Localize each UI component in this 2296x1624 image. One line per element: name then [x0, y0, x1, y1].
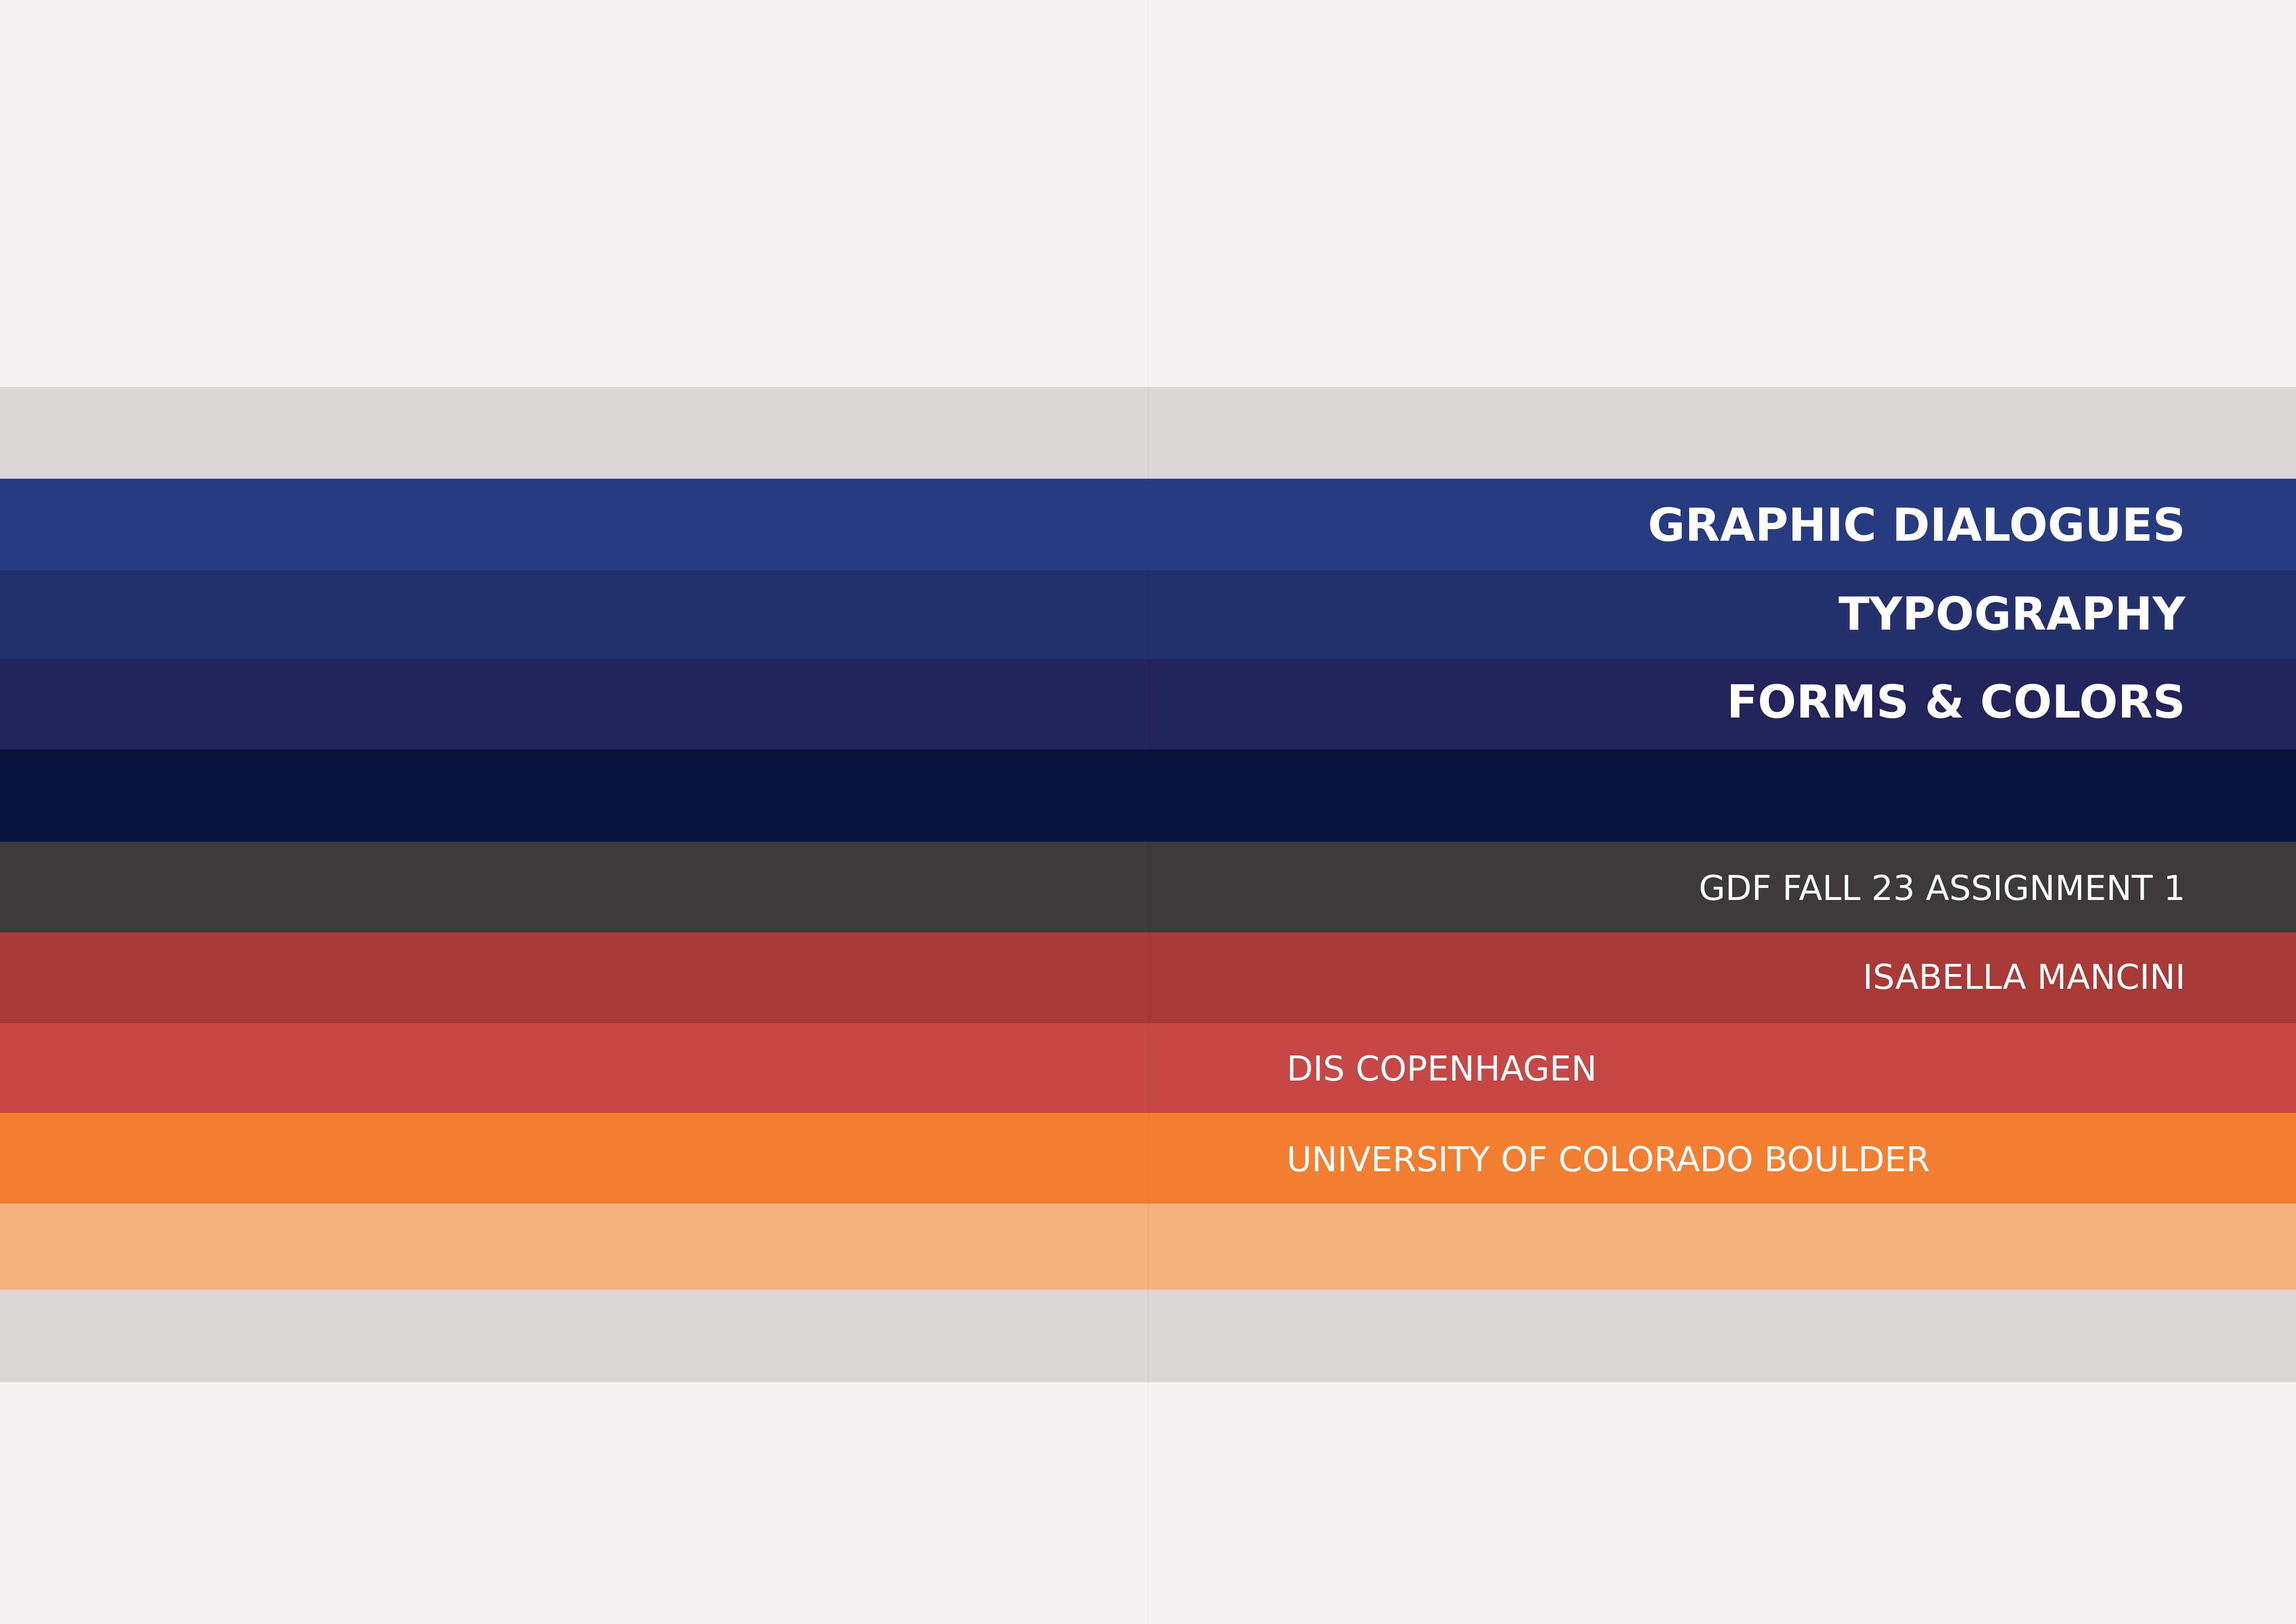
- institution-dis-copenhagen: DIS COPENHAGEN: [1287, 1049, 1597, 1089]
- title-line-typography: TYPOGRAPHY: [1838, 588, 2186, 641]
- institution-cu-boulder: UNIVERSITY OF COLORADO BOULDER: [1287, 1140, 1930, 1180]
- course-label: GDF FALL 23 ASSIGNMENT 1: [1699, 868, 2185, 908]
- title-line-forms-colors: FORMS & COLORS: [1726, 676, 2185, 729]
- title-line-graphic-dialogues: GRAPHIC DIALOGUES: [1648, 499, 2185, 552]
- author-name: ISABELLA MANCINI: [1862, 957, 2185, 997]
- page-fold-line: [1148, 0, 1149, 1624]
